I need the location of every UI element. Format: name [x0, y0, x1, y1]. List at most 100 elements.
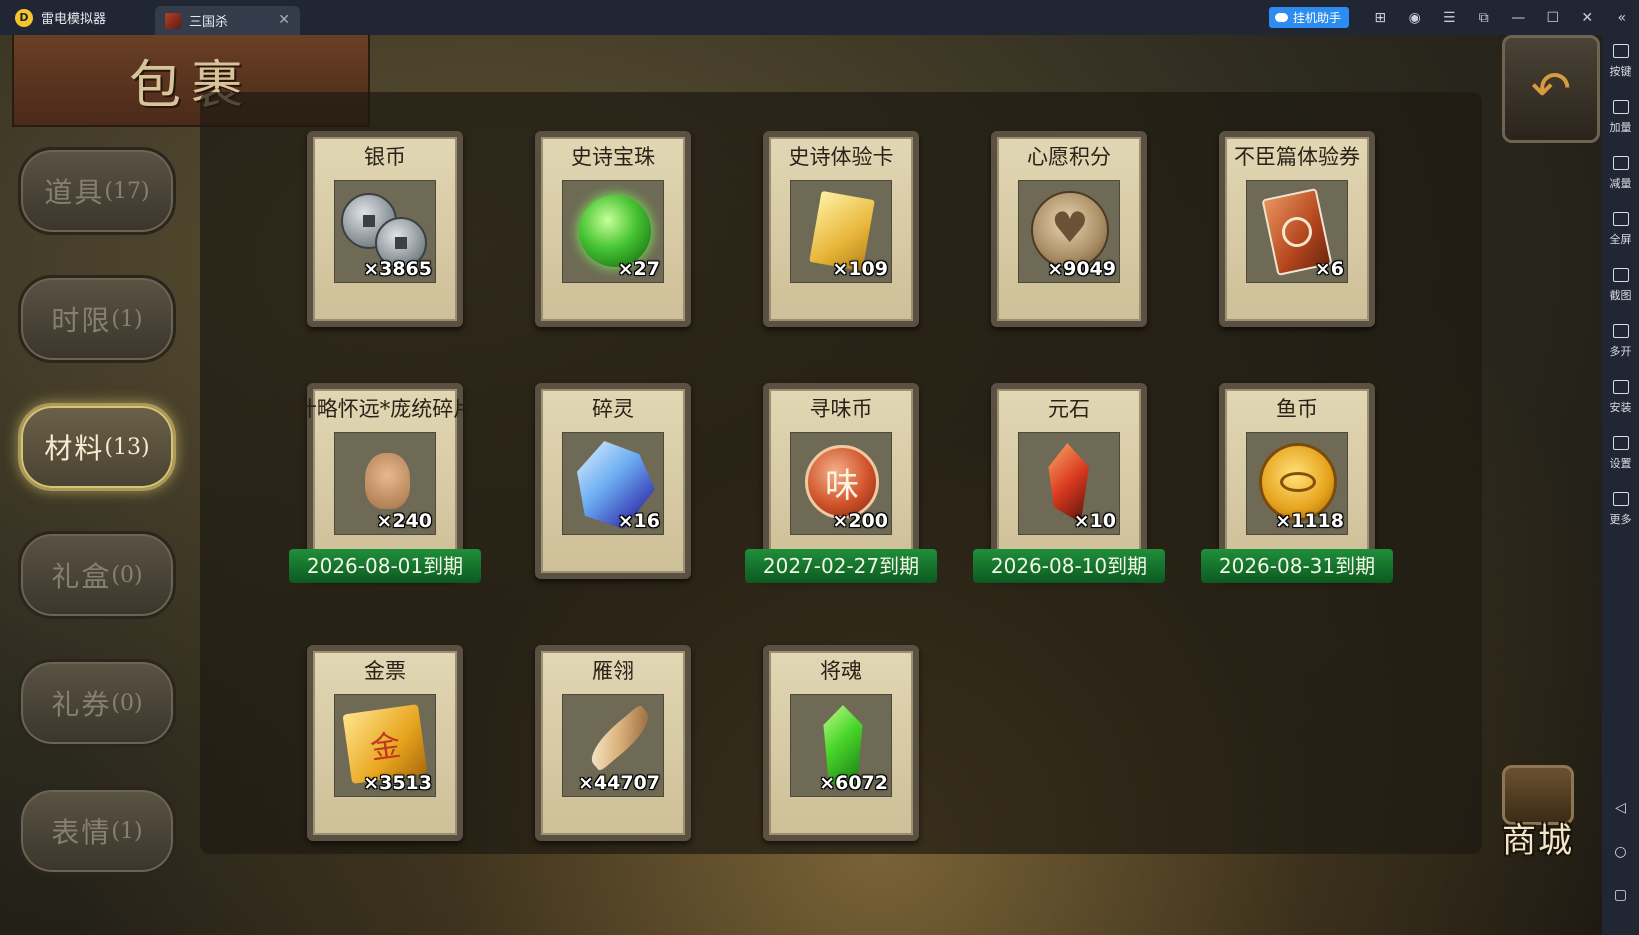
settings-button[interactable]: 设置: [1610, 436, 1632, 483]
item-name: 雁翎: [592, 659, 634, 683]
volume-up-button[interactable]: 加量: [1610, 100, 1632, 147]
category-tab-emotes[interactable]: 表情 (1): [18, 787, 176, 875]
more-button[interactable]: 更多: [1610, 492, 1632, 539]
category-tab-timed[interactable]: 时限 (1): [18, 275, 176, 363]
apk-install-icon: [1612, 380, 1629, 394]
close-window-icon[interactable]: ✕: [1570, 0, 1605, 35]
category-name: 材料: [44, 432, 105, 465]
category-tab-materials[interactable]: 材料 (13): [18, 403, 176, 491]
item-quantity: ×6072: [819, 772, 888, 794]
scissors-icon: [1612, 268, 1629, 282]
category-count: (1): [111, 818, 143, 844]
app-name: 雷电模拟器: [41, 12, 107, 27]
category-count: (17): [104, 178, 150, 204]
item-expiry: 2027-02-27到期: [745, 549, 937, 583]
android-recents-icon[interactable]: ▢: [1602, 887, 1639, 903]
multi-instance-button[interactable]: 多开: [1610, 324, 1632, 371]
assistant-button-label: 挂机助手: [1292, 11, 1341, 25]
popout-icon[interactable]: ⧉: [1467, 0, 1502, 35]
item-name: 不臣篇体验券: [1234, 145, 1360, 169]
scroll-glyph: 金: [368, 728, 403, 767]
keymap-button[interactable]: 按键: [1610, 44, 1632, 91]
item-card-gold-ticket[interactable]: 金票 金 ×3513: [307, 645, 463, 841]
tab-title: 三国杀: [189, 15, 229, 30]
gold-card-icon: ×109: [790, 180, 892, 283]
green-orb-icon: ×27: [562, 180, 664, 283]
screenshot-button[interactable]: 截图: [1610, 268, 1632, 315]
item-quantity: ×240: [376, 510, 432, 532]
category-count: (1): [111, 306, 143, 332]
app-brand: D 雷电模拟器: [0, 0, 155, 35]
shop-button[interactable]: 商城: [1490, 765, 1586, 867]
item-name: 史诗宝珠: [571, 145, 655, 169]
volume-down-button[interactable]: 减量: [1610, 156, 1632, 203]
item-quantity: ×44707: [577, 772, 660, 794]
item-card-general-soul[interactable]: 将魂 ×6072: [763, 645, 919, 841]
assistant-button[interactable]: 挂机助手: [1268, 7, 1349, 28]
item-quantity: ×27: [617, 258, 660, 280]
item-card-spirit-shard[interactable]: 碎灵 ×16: [535, 383, 691, 579]
category-count: (0): [111, 690, 143, 716]
category-count: (13): [104, 434, 150, 460]
item-card-pangtong-fragment[interactable]: 计略怀远*庞统碎片 ×240 2026-08-01到期: [289, 383, 481, 583]
category-tab-gift-boxes[interactable]: 礼盒 (0): [18, 531, 176, 619]
item-name: 将魂: [820, 659, 862, 683]
item-quantity: ×200: [832, 510, 888, 532]
android-back-icon[interactable]: ◁: [1602, 800, 1639, 816]
tool-label: 按键: [1609, 65, 1632, 78]
item-expiry: 2026-08-10到期: [973, 549, 1165, 583]
tool-label: 多开: [1609, 345, 1632, 358]
category-name: 道具: [44, 176, 105, 209]
feather-icon: ×44707: [562, 694, 664, 797]
item-card-wish-points[interactable]: 心愿积分 ♥ ×9049: [991, 131, 1147, 327]
gold-scroll-icon: 金 ×3513: [334, 694, 436, 797]
maximize-icon[interactable]: ☐: [1536, 0, 1571, 35]
category-tab-coupons[interactable]: 礼券 (0): [18, 659, 176, 747]
tool-label: 减量: [1609, 177, 1632, 190]
collapse-sidebar-icon[interactable]: «: [1605, 0, 1639, 35]
fullscreen-icon: [1612, 212, 1629, 226]
install-apk-button[interactable]: 安装: [1610, 380, 1632, 427]
item-card-fish-coin[interactable]: 鱼币 ×1118 2026-08-31到期: [1201, 383, 1393, 583]
back-button[interactable]: ↶: [1502, 35, 1600, 143]
category-count: (0): [111, 562, 143, 588]
category-tab-props[interactable]: 道具 (17): [18, 147, 176, 235]
item-card-goose-feather[interactable]: 雁翎 ×44707: [535, 645, 691, 841]
item-name: 银币: [364, 145, 406, 169]
item-name: 心愿积分: [1027, 145, 1111, 169]
item-expiry: 2026-08-31到期: [1201, 549, 1393, 583]
item-quantity: ×16: [617, 510, 660, 532]
more-icon: [1612, 492, 1629, 506]
item-card-origin-stone[interactable]: 元石 ×10 2026-08-10到期: [973, 383, 1165, 583]
item-quantity: ×109: [832, 258, 888, 280]
item-quantity: ×6: [1314, 258, 1344, 280]
item-card-epic-orb[interactable]: 史诗宝珠 ×27: [535, 131, 691, 327]
minimize-icon[interactable]: —: [1501, 0, 1536, 35]
coin-glyph: 味: [825, 465, 859, 506]
category-name: 礼券: [51, 688, 112, 721]
flavor-coin-icon: 味 ×200: [790, 432, 892, 535]
item-quantity: ×1118: [1275, 510, 1344, 532]
close-tab-icon[interactable]: ✕: [278, 12, 290, 28]
fullscreen-button[interactable]: 全屏: [1610, 212, 1632, 259]
tab-game[interactable]: 三国杀 ✕: [155, 6, 300, 35]
app-logo-icon: D: [15, 8, 33, 27]
item-card-flavor-coin[interactable]: 寻味币 味 ×200 2027-02-27到期: [745, 383, 937, 583]
item-card-trial-ticket[interactable]: 不臣篇体验券 ×6: [1219, 131, 1375, 327]
gear-icon: [1612, 436, 1629, 450]
back-arrow-icon: ↶: [1530, 61, 1572, 117]
category-name: 时限: [51, 304, 112, 337]
item-card-silver-coin[interactable]: 银币 ×3865: [307, 131, 463, 327]
gift-icon[interactable]: ⊞: [1363, 0, 1398, 35]
menu-icon[interactable]: ☰: [1432, 0, 1467, 35]
item-name: 史诗体验卡: [788, 145, 894, 169]
item-card-epic-trial-card[interactable]: 史诗体验卡 ×109: [763, 131, 919, 327]
item-name: 鱼币: [1276, 397, 1318, 421]
green-crystal-icon: ×6072: [790, 694, 892, 797]
volume-down-icon: [1612, 156, 1629, 170]
tool-label: 全屏: [1609, 233, 1632, 246]
android-home-icon[interactable]: ○: [1602, 844, 1639, 860]
item-quantity: ×10: [1073, 510, 1116, 532]
cloud-icon: [1274, 13, 1288, 22]
user-icon[interactable]: ◉: [1398, 0, 1433, 35]
